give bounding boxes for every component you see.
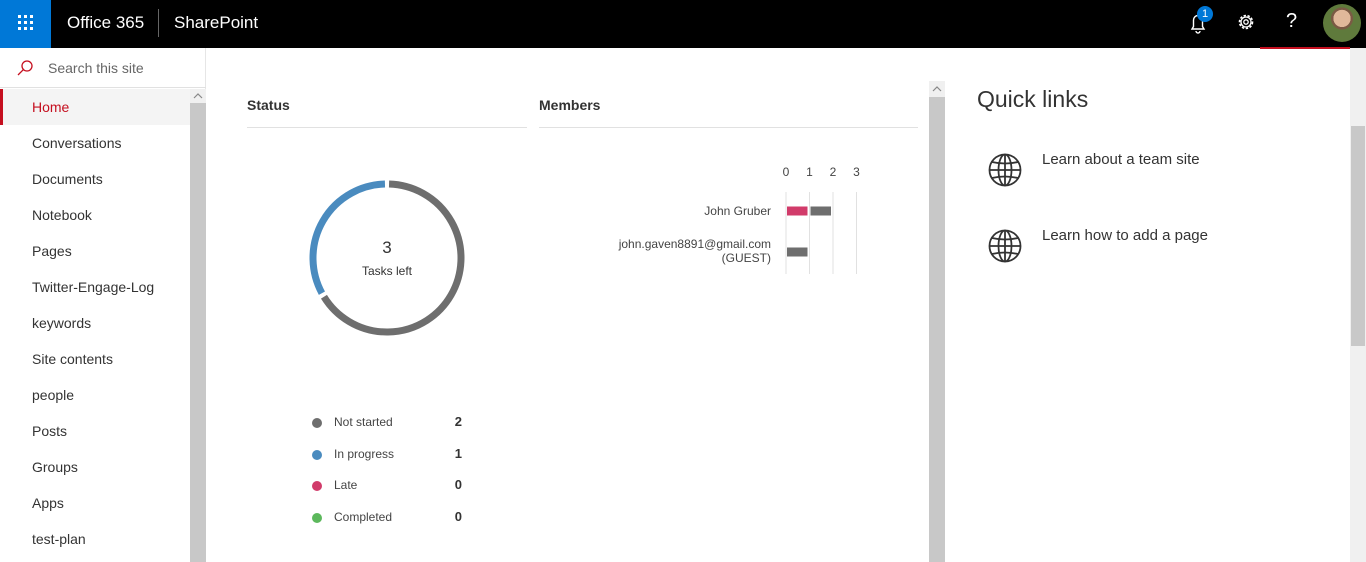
member-bar: [787, 247, 808, 257]
notification-count-badge: 1: [1197, 6, 1213, 22]
status-title: Status: [247, 97, 290, 113]
content-scroll-up-button[interactable]: [929, 81, 945, 97]
members-divider: [539, 127, 918, 128]
bell-icon: [1190, 14, 1206, 34]
legend-count: 2: [454, 414, 462, 429]
nav-item-pages[interactable]: Pages: [0, 233, 190, 269]
nav-scroll-up-button[interactable]: [190, 89, 206, 103]
member-label: john.gaven8891@gmail.com: [618, 237, 771, 251]
avatar[interactable]: [1323, 4, 1361, 42]
nav-item-test-plan[interactable]: test-plan: [0, 521, 190, 557]
legend-item-not-started: Not started 2: [312, 413, 472, 433]
avatar-active-indicator: [1260, 47, 1350, 49]
legend-count: 1: [454, 446, 462, 461]
chevron-up-icon: [193, 93, 203, 99]
content-scrollbar[interactable]: [929, 81, 945, 562]
member-label: (GUEST): [722, 251, 771, 265]
legend-label: Not started: [334, 415, 393, 429]
brand-divider: [158, 9, 159, 37]
office-365-link[interactable]: Office 365: [67, 13, 144, 33]
members-bar-chart: 0 1 2 3 John Gruber john.gaven8891@gmail.com(…: [618, 165, 860, 274]
donut-segment-not-started: [320, 180, 465, 336]
globe-icon: [988, 153, 1022, 187]
nav-item-notebook[interactable]: Notebook: [0, 197, 190, 233]
nav-item-groups[interactable]: Groups: [0, 449, 190, 485]
status-donut-chart: [309, 180, 465, 336]
legend-label: Completed: [334, 510, 393, 524]
members-title: Members: [539, 97, 601, 113]
quick-link-label: Learn about a team site: [1042, 151, 1200, 168]
legend-item-completed: Completed 0: [312, 508, 472, 528]
nav-scrollbar[interactable]: [190, 89, 206, 562]
search-input[interactable]: [48, 58, 198, 78]
late-dot-icon: [312, 481, 322, 491]
nav-item-keywords[interactable]: keywords: [0, 305, 190, 341]
legend-label: Late: [334, 478, 358, 492]
tasks-left-label: Tasks left: [361, 264, 412, 278]
x-tick-label: 3: [853, 165, 860, 179]
help-button[interactable]: ?: [1271, 0, 1315, 48]
x-tick-label: 2: [830, 165, 837, 179]
nav-item-documents[interactable]: Documents: [0, 161, 190, 197]
nav-item-twitter-engage-log[interactable]: Twitter-Engage-Log: [0, 269, 190, 305]
nav-item-conversations[interactable]: Conversations: [0, 125, 190, 161]
suite-bar: Office 365 SharePoint 1 ?: [0, 0, 1366, 48]
search-icon[interactable]: [16, 59, 34, 77]
sharepoint-link[interactable]: SharePoint: [174, 13, 258, 33]
completed-dot-icon: [312, 513, 322, 523]
gear-icon: [1238, 14, 1254, 30]
legend-count: 0: [454, 509, 462, 524]
help-icon: ?: [1286, 10, 1298, 32]
legend-label: In progress: [334, 447, 395, 461]
legend-count: 0: [454, 477, 462, 492]
chevron-up-icon: [932, 86, 942, 92]
status-divider: [247, 127, 527, 128]
left-nav: Home Conversations Documents Notebook Pa…: [0, 48, 206, 562]
member-label: John Gruber: [704, 204, 771, 218]
nav-item-posts[interactable]: Posts: [0, 413, 190, 449]
member-bar: [787, 206, 808, 216]
quick-link-label: Learn how to add a page: [1042, 227, 1208, 244]
notifications-button[interactable]: [1176, 0, 1220, 48]
nav-item-site-contents[interactable]: Site contents: [0, 341, 190, 377]
quick-link-team-site[interactable]: Learn about a team site: [986, 151, 1316, 191]
page-scrollbar[interactable]: [1350, 48, 1366, 562]
nav-item-home[interactable]: Home: [0, 89, 190, 125]
x-tick-label: 1: [806, 165, 813, 179]
tasks-left-count: 3: [382, 238, 392, 257]
legend-item-in-progress: In progress 1: [312, 445, 472, 465]
globe-icon: [988, 229, 1022, 263]
nav-item-people[interactable]: people: [0, 377, 190, 413]
quick-links-title: Quick links: [977, 86, 1089, 112]
quick-link-add-page[interactable]: Learn how to add a page: [986, 227, 1316, 267]
site-search: [0, 48, 206, 88]
member-bar: [810, 206, 831, 216]
settings-button[interactable]: [1224, 0, 1268, 48]
not-started-dot-icon: [312, 418, 322, 428]
nav-list: Home Conversations Documents Notebook Pa…: [0, 89, 190, 557]
page-scrollbar-thumb[interactable]: [1351, 126, 1365, 346]
waffle-icon: [18, 15, 34, 31]
in-progress-dot-icon: [312, 450, 322, 460]
x-tick-label: 0: [783, 165, 790, 179]
app-launcher-button[interactable]: [0, 0, 51, 48]
legend-item-late: Late 0: [312, 476, 472, 496]
nav-item-apps[interactable]: Apps: [0, 485, 190, 521]
